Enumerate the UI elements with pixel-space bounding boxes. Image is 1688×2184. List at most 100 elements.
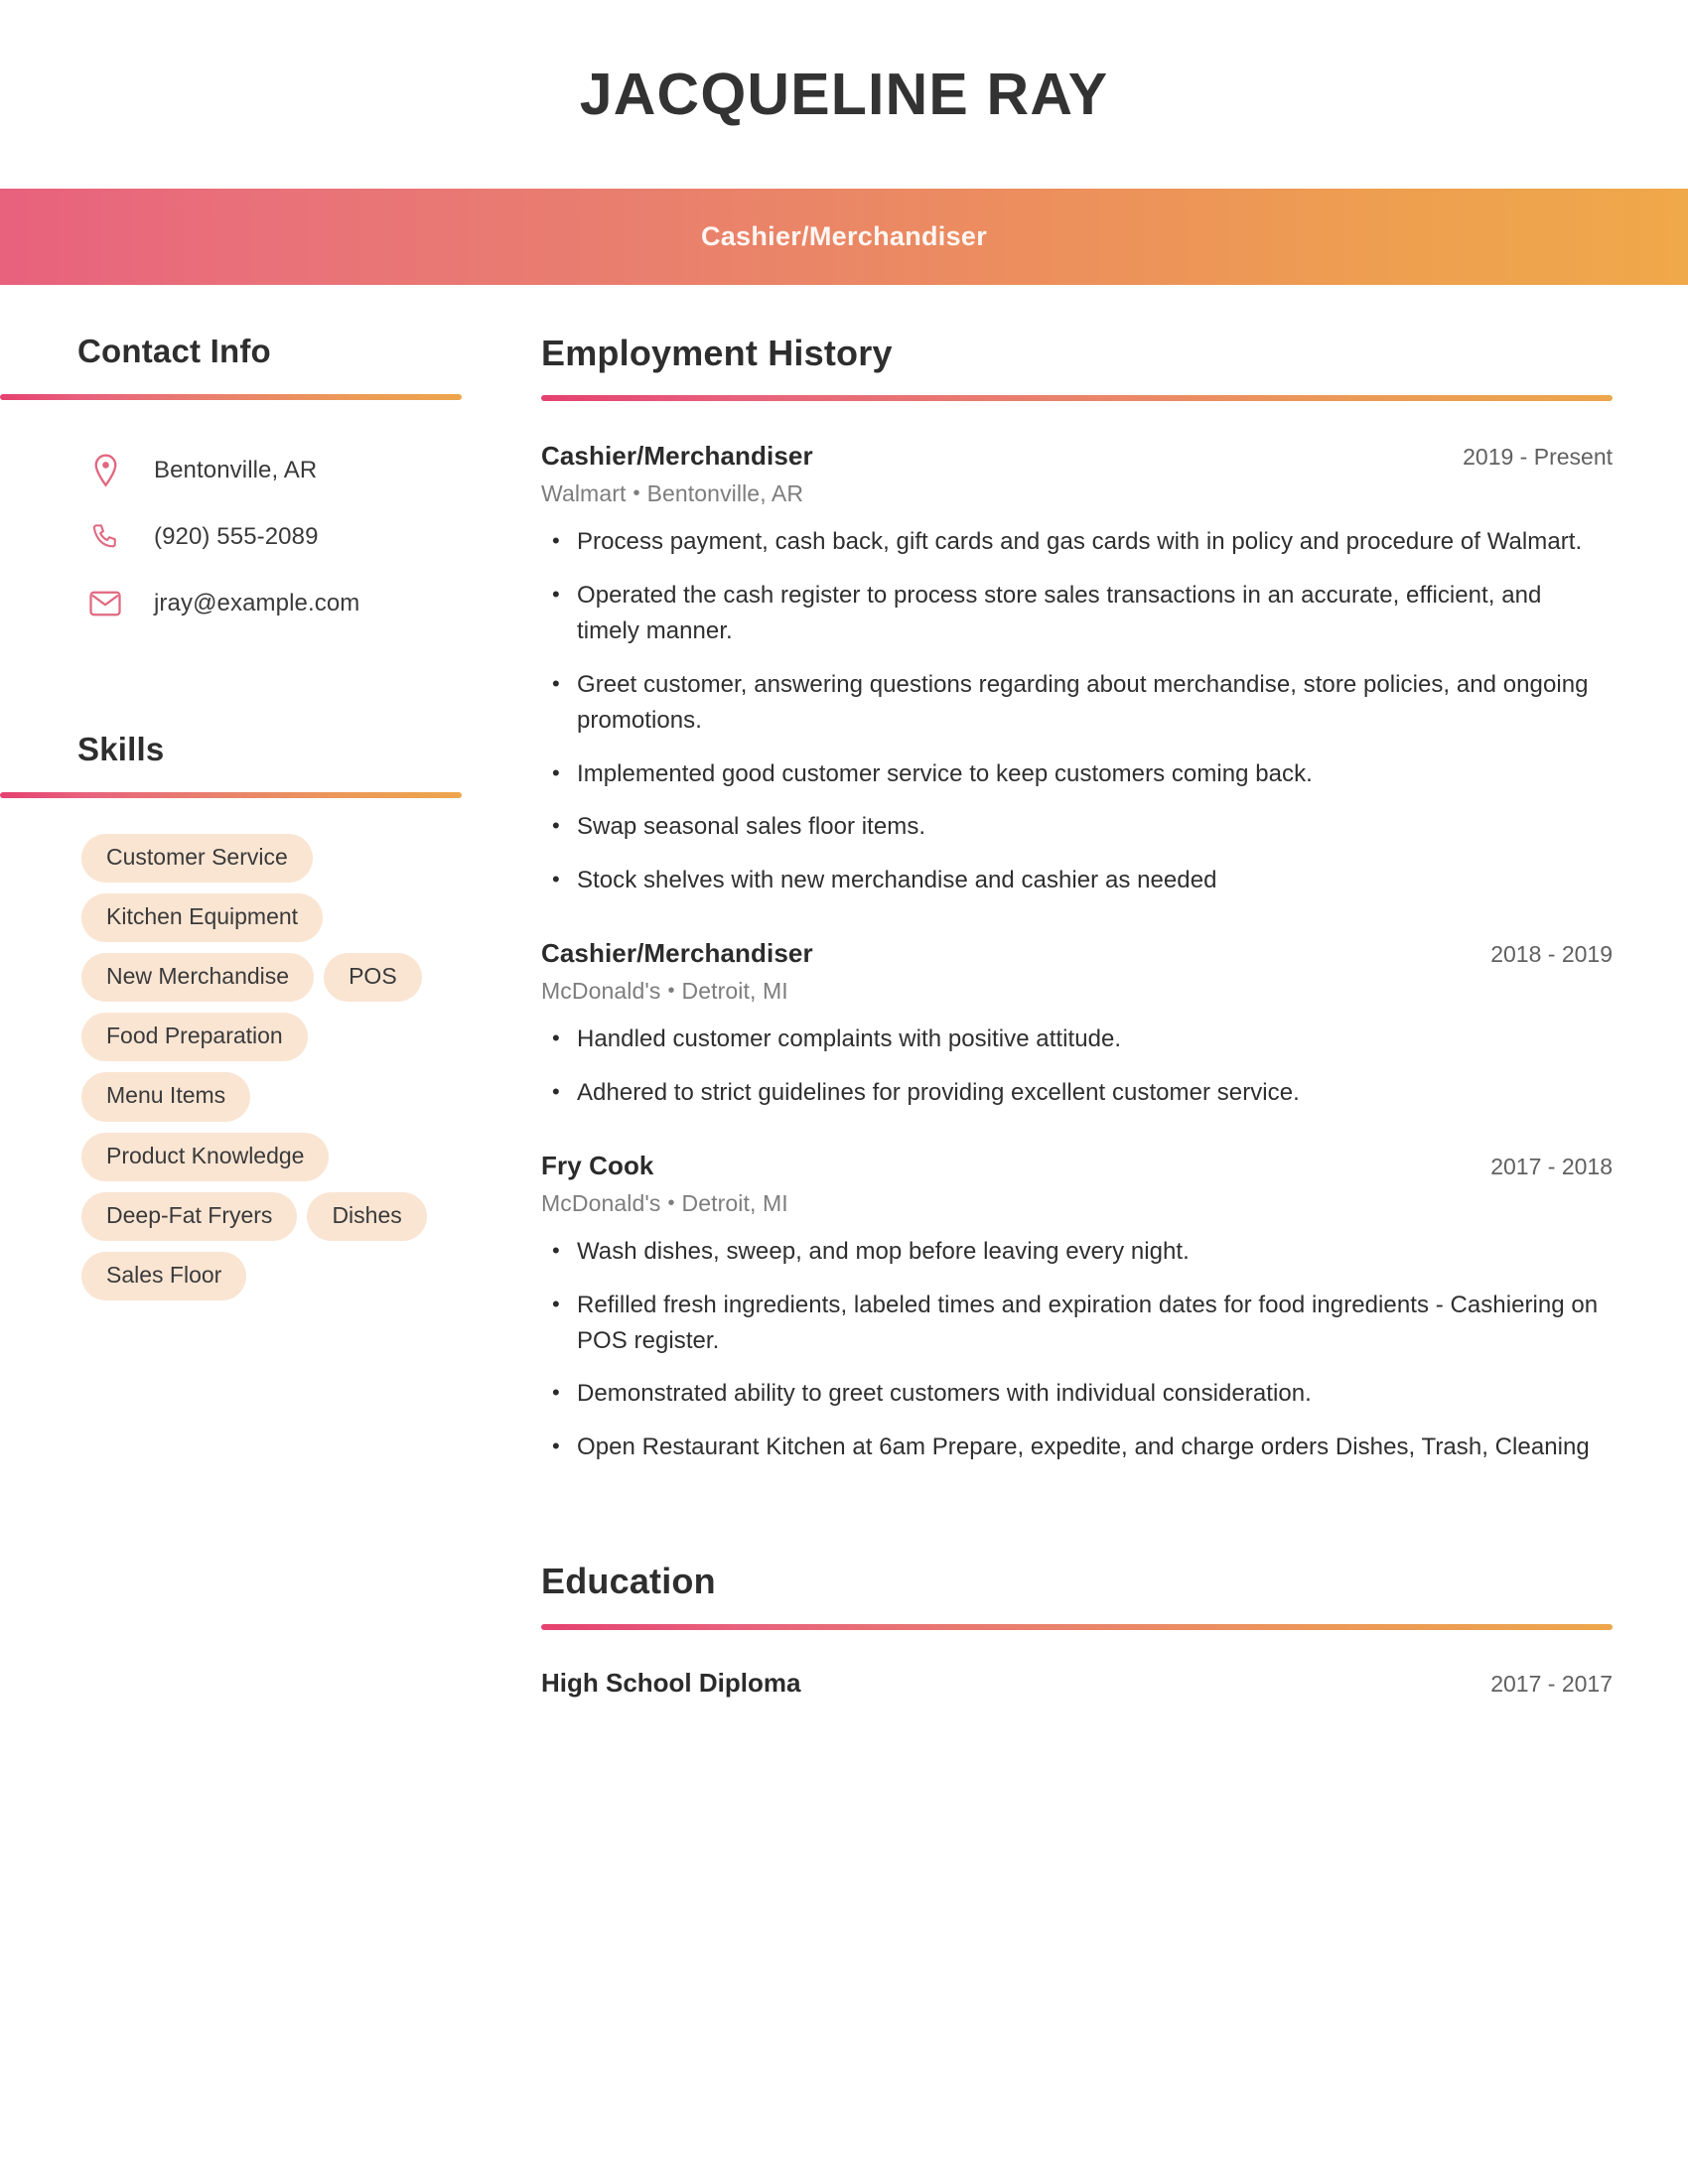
jobs-list: Cashier/Merchandiser 2019 - Present Walmar…	[541, 441, 1613, 1465]
skill-pill: POS	[324, 953, 422, 1003]
job-bullet-text: Adhered to strict guidelines for providi…	[577, 1078, 1300, 1106]
education-section: Education High School Diploma 2017 - 2017	[541, 1561, 1613, 1698]
skill-pill: New Merchandise	[81, 953, 315, 1003]
contact-item-location[interactable]: Bentonville, AR	[77, 438, 541, 504]
contact-item-email[interactable]: jray@example.com	[77, 571, 541, 637]
employment-history-heading: Employment History	[541, 333, 893, 373]
job-bullet-text: Refilled fresh ingredients, labeled time…	[577, 1291, 1599, 1355]
skill-pill: Menu Items	[81, 1072, 251, 1122]
skills-divider	[0, 791, 541, 798]
job-bullet-text: Handled customer complaints with positiv…	[577, 1025, 1122, 1053]
job-bullet: • Stock shelves with new merchandise and …	[541, 863, 1613, 898]
job-location: Bentonville, AR	[646, 480, 804, 507]
job-company: McDonald's	[541, 978, 661, 1005]
skill-pill: Sales Floor	[81, 1251, 247, 1300]
job-bullet: • Open Restaurant Kitchen at 6am Prepare,…	[541, 1430, 1613, 1465]
resume-body: Contact Info Bentonville, AR (920) 555-2…	[0, 285, 1688, 1699]
bullet-dot-icon: •	[552, 670, 560, 696]
job-dates: 2019 - Present	[1463, 444, 1613, 471]
job-company-location: Walmart • Bentonville, AR	[541, 480, 1613, 507]
bullet-dot-icon: •	[552, 1291, 560, 1316]
employment-history-divider	[541, 395, 1613, 402]
job-company: Walmart	[541, 480, 627, 507]
education-degree: High School Diploma	[541, 1667, 801, 1698]
bullet-dot-icon: •	[552, 813, 560, 839]
job-title: Fry Cook	[541, 1151, 654, 1181]
bullet-dot-icon: •	[552, 1025, 560, 1051]
job-header: Fry Cook 2017 - 2018	[541, 1151, 1613, 1181]
employment-history-section: Employment History Cashier/Merchandiser 2…	[541, 333, 1613, 1465]
job-company-location: McDonald's • Detroit, MI	[541, 978, 1613, 1005]
job-header: Cashier/Merchandiser 2018 - 2019	[541, 938, 1613, 969]
job-bullet: • Wash dishes, sweep, and mop before leav…	[541, 1234, 1613, 1270]
job-entry: Cashier/Merchandiser 2018 - 2019 McDonald'…	[541, 938, 1613, 1111]
job-bullet-text: Swap seasonal sales floor items.	[577, 813, 926, 841]
contact-list: Bentonville, AR (920) 555-2089 jray@exam…	[77, 438, 541, 637]
job-location: Detroit, MI	[681, 978, 788, 1005]
job-bullet: • Handled customer complaints with positi…	[541, 1022, 1613, 1057]
job-bullet-text: Open Restaurant Kitchen at 6am Prepare, …	[577, 1433, 1590, 1460]
skill-pill: Customer Service	[81, 833, 313, 883]
contact-info-section: Contact Info Bentonville, AR (920) 555-2…	[0, 333, 541, 637]
bullet-dot-icon: •	[552, 1238, 560, 1264]
job-header: Cashier/Merchandiser 2019 - Present	[541, 441, 1613, 472]
skill-pill: Product Knowledge	[81, 1132, 330, 1181]
job-bullet: • Operated the cash register to process s…	[541, 578, 1613, 650]
skills-list: Customer Service Kitchen Equipment New Mer…	[77, 833, 475, 1300]
skills-heading: Skills	[77, 730, 165, 767]
education-list: High School Diploma 2017 - 2017	[541, 1668, 1613, 1699]
job-company-location: McDonald's • Detroit, MI	[541, 1190, 1613, 1217]
job-title: Cashier/Merchandiser	[541, 938, 813, 969]
separator-dot-icon: •	[667, 1192, 675, 1215]
job-entry: Fry Cook 2017 - 2018 McDonald's • Detroit, M…	[541, 1151, 1613, 1465]
job-dates: 2017 - 2018	[1490, 1154, 1613, 1180]
skill-pill: Kitchen Equipment	[81, 893, 324, 943]
contact-phone-value: (920) 555-2089	[154, 523, 319, 551]
bullet-dot-icon: •	[552, 1433, 560, 1458]
job-bullet-text: Greet customer, answering questions rega…	[577, 670, 1589, 735]
candidate-job-title: Cashier/Merchandiser	[700, 221, 988, 251]
contact-info-divider	[0, 393, 541, 400]
location-pin-icon	[87, 454, 123, 488]
main-column: Employment History Cashier/Merchandiser 2…	[541, 333, 1688, 1699]
education-entry: High School Diploma 2017 - 2017	[541, 1668, 1613, 1699]
contact-location-value: Bentonville, AR	[154, 457, 318, 484]
job-bullet-text: Operated the cash register to process st…	[577, 581, 1542, 645]
job-bullet-text: Stock shelves with new merchandise and c…	[577, 866, 1217, 893]
sidebar: Contact Info Bentonville, AR (920) 555-2…	[0, 333, 541, 1300]
job-bullet: • Adhered to strict guidelines for provid…	[541, 1075, 1613, 1111]
job-bullet-text: Implemented good customer service to kee…	[577, 759, 1313, 787]
job-bullet: • Greet customer, answering questions reg…	[541, 667, 1613, 740]
education-dates: 2017 - 2017	[1490, 1670, 1613, 1697]
bullet-dot-icon: •	[552, 759, 560, 785]
job-bullet-text: Wash dishes, sweep, and mop before leavi…	[577, 1238, 1190, 1266]
job-bullet-list: • Handled customer complaints with positi…	[541, 1022, 1613, 1111]
job-location: Detroit, MI	[681, 1190, 788, 1217]
bullet-dot-icon: •	[552, 581, 560, 607]
job-title-banner: Cashier/Merchandiser	[0, 189, 1688, 285]
job-bullet-text: Process payment, cash back, gift cards a…	[577, 528, 1583, 556]
job-bullet: • Refilled fresh ingredients, labeled tim…	[541, 1288, 1613, 1360]
job-title: Cashier/Merchandiser	[541, 441, 813, 472]
education-heading: Education	[541, 1561, 716, 1602]
job-company: McDonald's	[541, 1190, 661, 1217]
separator-dot-icon: •	[667, 980, 675, 1003]
phone-icon	[87, 522, 123, 552]
education-divider	[541, 1623, 1613, 1630]
contact-item-phone[interactable]: (920) 555-2089	[77, 504, 541, 571]
job-bullet: • Demonstrated ability to greet customers…	[541, 1376, 1613, 1412]
bullet-dot-icon: •	[552, 1078, 560, 1104]
skill-pill: Food Preparation	[81, 1013, 308, 1062]
candidate-name: JACQUELINE RAY	[579, 61, 1109, 127]
contact-email-value: jray@example.com	[154, 590, 360, 617]
resume-page: JACQUELINE RAY Cashier/Merchandiser Cont…	[0, 0, 1688, 2184]
job-bullet-list: • Process payment, cash back, gift cards …	[541, 524, 1613, 898]
job-entry: Cashier/Merchandiser 2019 - Present Walmar…	[541, 441, 1613, 898]
skill-pill: Dishes	[307, 1191, 427, 1241]
resume-header: JACQUELINE RAY	[0, 0, 1688, 189]
bullet-dot-icon: •	[552, 1380, 560, 1406]
contact-info-heading: Contact Info	[77, 333, 271, 369]
email-icon	[87, 591, 123, 616]
job-bullet: • Process payment, cash back, gift cards …	[541, 524, 1613, 560]
job-bullet: • Implemented good customer service to ke…	[541, 756, 1613, 792]
